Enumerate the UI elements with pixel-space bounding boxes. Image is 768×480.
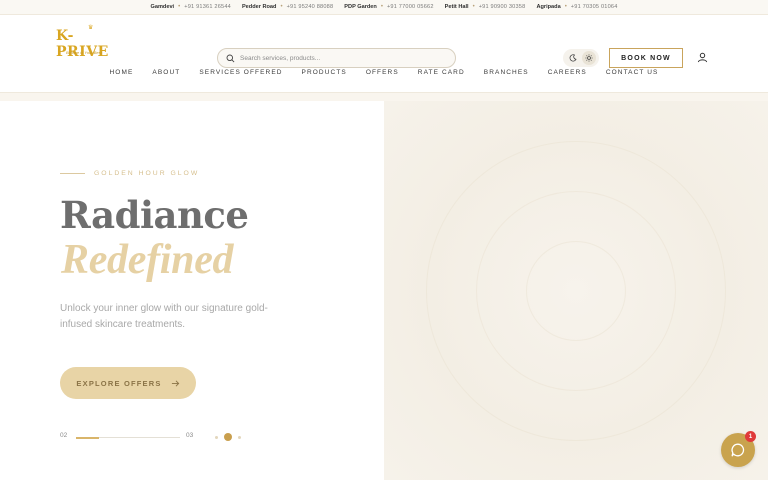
hero-title-line1: Radiance [60,193,249,237]
moon-icon [569,54,577,62]
separator-dot: • [280,4,283,10]
location-pdp-garden[interactable]: PDP Garden • +91 77000 05662 [344,4,433,10]
separator-dot: • [564,4,567,10]
logo-tagline: Believe in Your Best [66,50,102,55]
separator-dot: • [472,4,475,10]
location-gamdevi[interactable]: Gamdevi • +91 91361 26544 [150,4,230,10]
crown-icon: ♛ [88,25,94,31]
nav-rate-card[interactable]: RATE CARD [418,69,465,81]
theme-toggle[interactable] [563,49,599,67]
dark-mode-button[interactable] [566,51,580,65]
slider-controls: 02 03 [60,431,260,443]
location-phone[interactable]: +91 90900 30358 [479,4,526,10]
hero-section: GOLDEN HOUR GLOW Radiance Redefined Unlo… [0,93,768,480]
slide-progress-track [76,436,180,439]
slide-dots [215,433,241,441]
location-name: Pedder Road [241,4,277,10]
hero-subtitle: Unlock your inner glow with our signatur… [60,303,268,330]
location-phone[interactable]: +91 70305 01064 [571,4,618,10]
user-icon[interactable] [697,52,708,63]
location-name: Petit Hall [444,4,469,10]
nav-offers[interactable]: OFFERS [366,69,399,81]
hero-title-line2: Redefined [61,237,234,283]
nav-contact-us[interactable]: CONTACT US [606,69,659,81]
search-input[interactable] [240,54,440,62]
nav-services-offered[interactable]: SERVICES OFFERED [199,69,282,81]
slide-current: 02 [60,432,68,439]
contact-strip: Gamdevi • +91 91361 26544 Pedder Road • … [0,0,768,15]
nav-products[interactable]: PRODUCTS [302,69,347,81]
location-pedder-road[interactable]: Pedder Road • +91 95240 88088 [242,4,333,10]
search-icon [226,54,235,62]
site-header: K-PRIVE ♛ Believe in Your Best BOOK NOW … [0,15,768,93]
location-name: PDP Garden [344,4,377,10]
arrow-right-icon [171,379,179,387]
nav-branches[interactable]: BRANCHES [484,69,529,81]
book-now-button[interactable]: BOOK NOW [609,48,683,68]
nav-careers[interactable]: CAREERS [548,69,587,81]
separator-dot: • [380,4,383,10]
chat-bubble-icon [731,443,745,457]
eyebrow-line [60,173,85,174]
slide-dot[interactable] [238,435,241,439]
sun-icon [585,54,593,62]
location-agripada[interactable]: Agripada • +91 70305 01064 [536,4,617,10]
cta-label: EXPLORE OFFERS [76,378,162,388]
eyebrow-text: GOLDEN HOUR GLOW [94,170,200,177]
location-name: Agripada [536,4,561,10]
nav-home[interactable]: HOME [110,69,134,81]
slide-dot[interactable] [224,433,232,441]
nav-about[interactable]: ABOUT [152,69,180,81]
location-name: Gamdevi [150,4,175,10]
slide-progress-fill [76,436,99,439]
decorative-ring [526,241,626,341]
chat-notification-badge: 1 [745,431,756,442]
light-mode-button[interactable] [582,51,596,65]
separator-dot: • [178,4,181,10]
logo-wordmark: K-PRIVE [56,28,109,60]
location-phone[interactable]: +91 95240 88088 [287,4,334,10]
hero-top-strip [0,93,768,101]
search-bar[interactable] [217,48,456,68]
brand-logo[interactable]: K-PRIVE ♛ Believe in Your Best [56,25,114,60]
hero-visual-panel [384,101,768,480]
hero-eyebrow: GOLDEN HOUR GLOW [60,170,199,177]
slide-dot[interactable] [215,435,218,439]
location-phone[interactable]: +91 77000 05662 [387,4,434,10]
explore-offers-button[interactable]: EXPLORE OFFERS [60,367,196,399]
slide-total: 03 [186,432,194,439]
location-phone[interactable]: +91 91361 26544 [184,4,231,10]
main-nav: HOME ABOUT SERVICES OFFERED PRODUCTS OFF… [0,69,768,81]
location-petit-hall[interactable]: Petit Hall • +91 90900 30358 [445,4,526,10]
